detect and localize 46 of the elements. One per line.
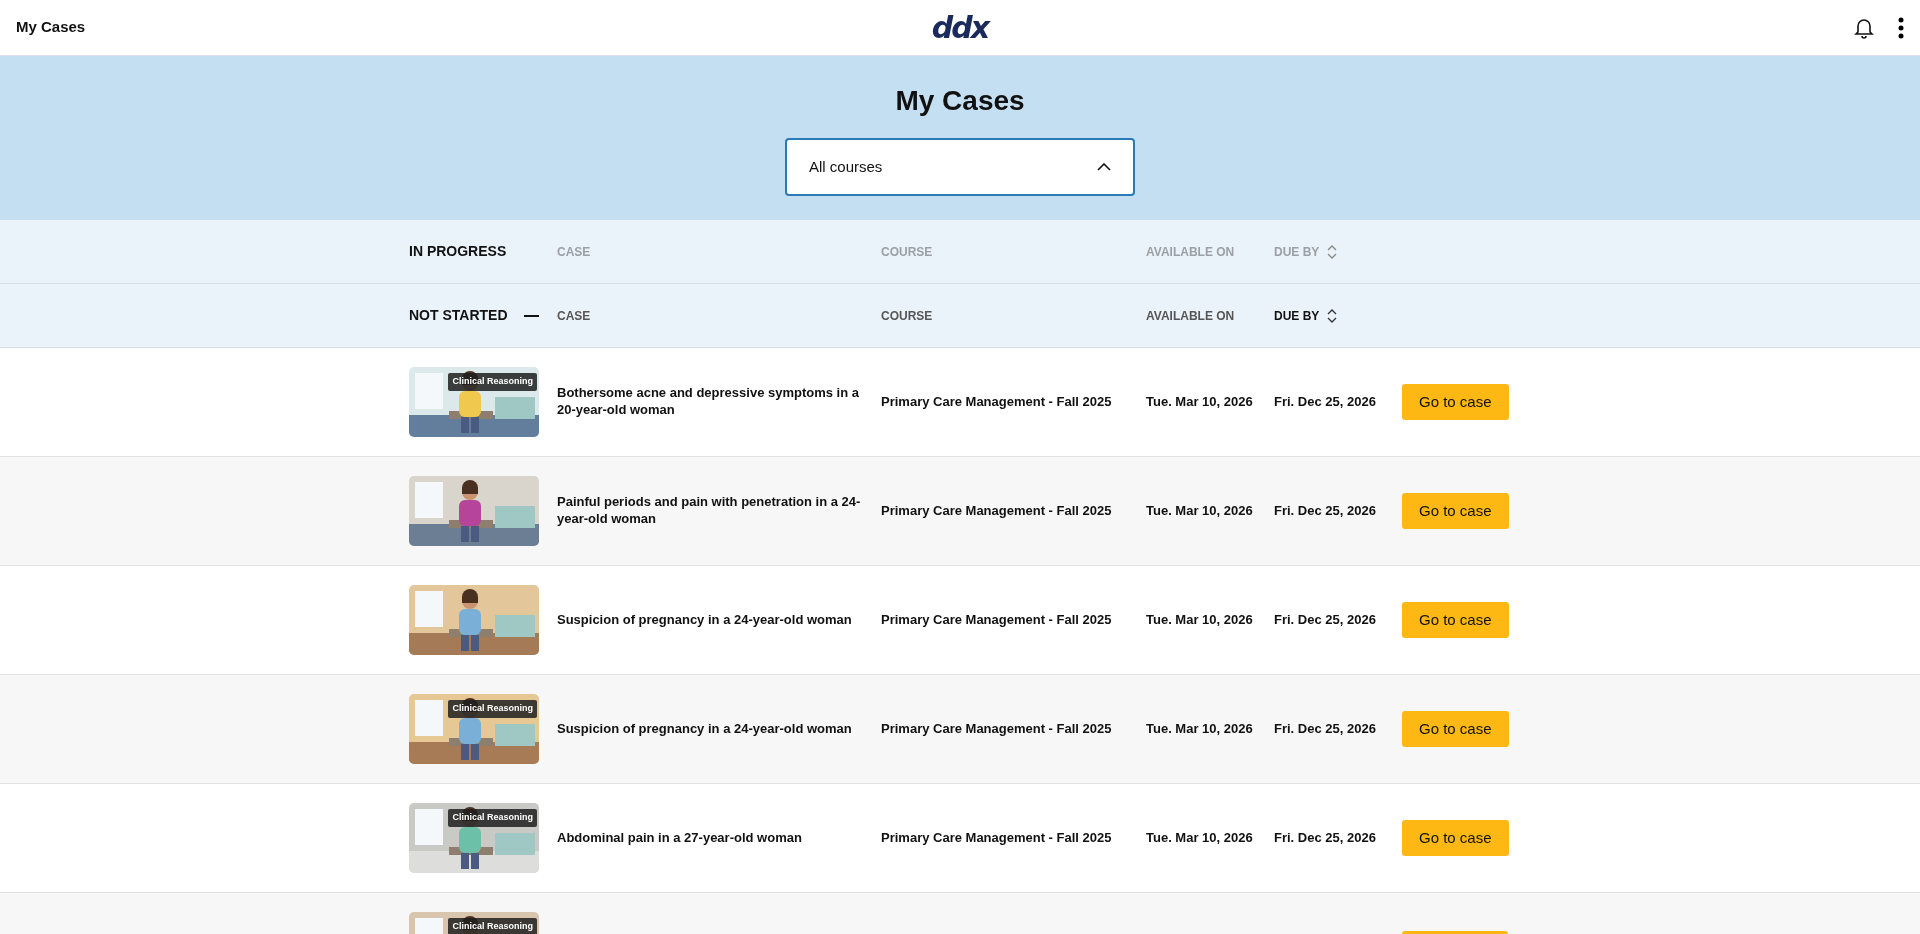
column-header: CASE [557, 307, 591, 325]
thumbnail-label: Clinical Reasoning [448, 809, 537, 827]
course-select[interactable]: All courses [785, 138, 1135, 196]
table-cell: Fri. Dec 25, 2026 [1274, 829, 1376, 845]
case-title: Suspicion of pregnancy in a 24-year-old woman [557, 611, 852, 627]
table-cell: Fri. Dec 25, 2026 [1274, 720, 1376, 736]
section-title[interactable]: NOT STARTED [409, 305, 508, 326]
case-title: Abdominal pain in a 27-year-old woman [557, 829, 802, 845]
table-cell: Fri. Dec 25, 2026 [1274, 502, 1376, 518]
table-cell: Tue. Mar 10, 2026 [1146, 393, 1253, 409]
table-cell: Primary Care Management - Fall 2025 [881, 720, 1112, 736]
table-cell: Primary Care Management - Fall 2025 [881, 829, 1112, 845]
logo: ddx [931, 12, 989, 43]
table-cell: Fri. Dec 25, 2026 [1274, 611, 1376, 627]
thumbnail-label: Clinical Reasoning [448, 918, 537, 934]
column-header: COURSE [881, 243, 933, 261]
column-header: COURSE [881, 307, 933, 325]
table-cell: Tue. Mar 10, 2026 [1146, 502, 1253, 518]
thumbnail-label: Clinical Reasoning [448, 373, 537, 391]
table-cell: Primary Care Management - Fall 2025 [881, 502, 1112, 518]
thumbnail-label: Clinical Reasoning [448, 700, 537, 718]
column-header: AVAILABLE ON [1146, 307, 1235, 325]
column-header: AVAILABLE ON [1146, 243, 1235, 261]
go-to-case-button[interactable]: Go to case [1402, 383, 1509, 421]
case-title: Painful periods and pain with penetration in a 24-year-old woman [557, 494, 861, 526]
bell-icon[interactable] [1854, 16, 1874, 39]
case-title: Bothersome acne and depressive symptoms in a 20-year-old woman [557, 385, 859, 417]
table-cell: Primary Care Management - Fall 2025 [881, 611, 1112, 627]
sort-icon[interactable] [1327, 308, 1338, 323]
table-cell: Tue. Mar 10, 2026 [1146, 720, 1253, 736]
page-heading: My Cases [895, 84, 1025, 118]
column-header[interactable]: DUE BY [1274, 306, 1320, 325]
go-to-case-button[interactable]: Go to case [1402, 819, 1509, 857]
more-menu-icon[interactable] [1898, 16, 1904, 39]
section-title[interactable]: IN PROGRESS [409, 241, 507, 262]
go-to-case-button[interactable]: Go to case [1402, 710, 1509, 748]
go-to-case-button[interactable]: Go to case [1402, 492, 1509, 530]
case-title: Suspicion of pregnancy in a 24-year-old woman [557, 720, 852, 736]
table-cell: Tue. Mar 10, 2026 [1146, 611, 1253, 627]
table-cell: Tue. Mar 10, 2026 [1146, 829, 1253, 845]
table-cell: Fri. Dec 25, 2026 [1274, 393, 1376, 409]
page-title: My Cases [16, 17, 86, 38]
collapse-icon[interactable] [523, 314, 539, 317]
go-to-case-button[interactable]: Go to case [1402, 601, 1509, 639]
table-cell: Primary Care Management - Fall 2025 [881, 393, 1112, 409]
column-header: CASE [557, 243, 591, 261]
